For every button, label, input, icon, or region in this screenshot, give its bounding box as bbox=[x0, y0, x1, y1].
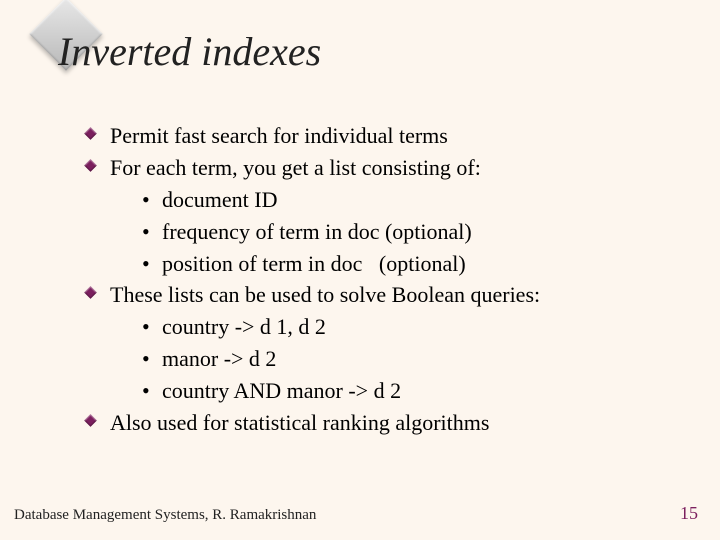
dot-bullet-icon: • bbox=[142, 184, 162, 216]
dot-bullet-icon: • bbox=[142, 248, 162, 280]
footer-text: Database Management Systems, R. Ramakris… bbox=[14, 507, 316, 524]
dot-bullet-icon: • bbox=[142, 216, 162, 248]
bullet-item: For each term, you get a list consisting… bbox=[86, 152, 680, 184]
sub-bullet-item: • frequency of term in doc (optional) bbox=[86, 216, 680, 248]
bullet-item: Permit fast search for individual terms bbox=[86, 120, 680, 152]
sub-bullet-text: manor -> d 2 bbox=[162, 343, 276, 375]
sub-bullet-item: • country -> d 1, d 2 bbox=[86, 311, 680, 343]
bullet-text: These lists can be used to solve Boolean… bbox=[110, 279, 540, 311]
bullet-text: Also used for statistical ranking algori… bbox=[110, 407, 489, 439]
dot-bullet-icon: • bbox=[142, 343, 162, 375]
sub-bullet-item: • position of term in doc (optional) bbox=[86, 248, 680, 280]
diamond-bullet-icon bbox=[86, 120, 110, 138]
sub-bullet-item: • country AND manor -> d 2 bbox=[86, 375, 680, 407]
slide-body: Permit fast search for individual terms … bbox=[86, 120, 680, 439]
sub-bullet-item: • manor -> d 2 bbox=[86, 343, 680, 375]
diamond-bullet-icon bbox=[86, 152, 110, 170]
bullet-text: Permit fast search for individual terms bbox=[110, 120, 448, 152]
sub-bullet-text: country AND manor -> d 2 bbox=[162, 375, 401, 407]
sub-bullet-text: position of term in doc (optional) bbox=[162, 248, 466, 280]
bullet-item: These lists can be used to solve Boolean… bbox=[86, 279, 680, 311]
sub-bullet-text: document ID bbox=[162, 184, 277, 216]
bullet-text: For each term, you get a list consisting… bbox=[110, 152, 481, 184]
dot-bullet-icon: • bbox=[142, 311, 162, 343]
dot-bullet-icon: • bbox=[142, 375, 162, 407]
sub-bullet-item: • document ID bbox=[86, 184, 680, 216]
sub-bullet-text: frequency of term in doc (optional) bbox=[162, 216, 472, 248]
bullet-item: Also used for statistical ranking algori… bbox=[86, 407, 680, 439]
slide-title: Inverted indexes bbox=[58, 28, 321, 75]
diamond-bullet-icon bbox=[86, 279, 110, 297]
sub-bullet-text: country -> d 1, d 2 bbox=[162, 311, 326, 343]
slide-number: 15 bbox=[680, 503, 698, 524]
diamond-bullet-icon bbox=[86, 407, 110, 425]
